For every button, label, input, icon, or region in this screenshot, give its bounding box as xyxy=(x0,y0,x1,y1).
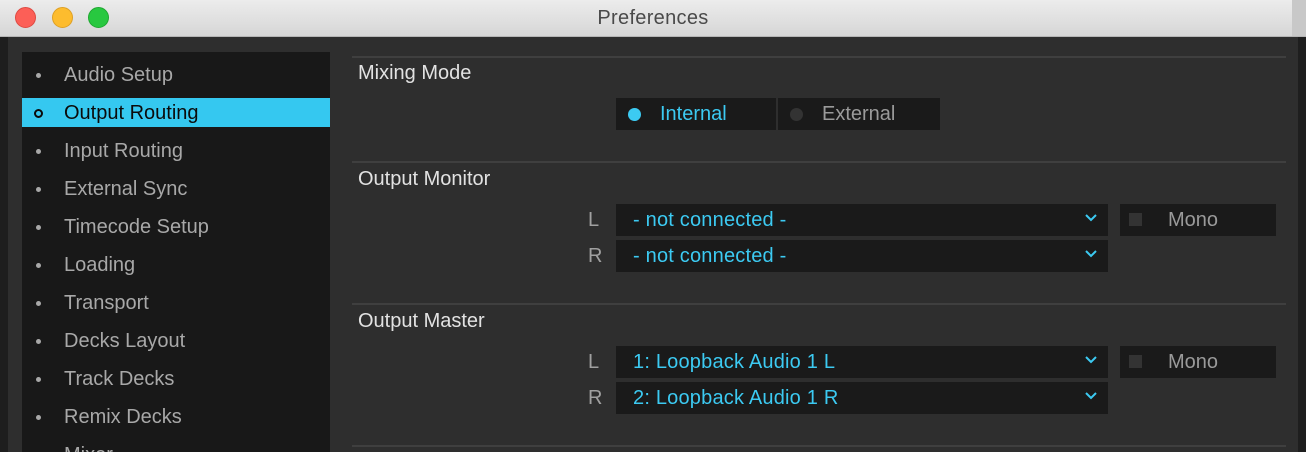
sidebar-item-transport[interactable]: Transport xyxy=(22,288,330,318)
background-window-edge xyxy=(1292,0,1306,36)
mixing-mode-title: Mixing Mode xyxy=(358,62,472,84)
output-monitor-left-select[interactable]: - not connected - xyxy=(616,204,1108,236)
mixing-mode-external-option[interactable]: External xyxy=(778,98,940,130)
output-master-right-label: R xyxy=(588,387,603,409)
sidebar-item-label: Loading xyxy=(64,254,136,276)
chevron-down-icon xyxy=(1085,250,1097,258)
output-monitor-right-label: R xyxy=(588,245,603,267)
select-value: - not connected - xyxy=(633,209,787,231)
select-value: 2: Loopback Audio 1 R xyxy=(633,387,839,409)
sidebar-item-label: Output Routing xyxy=(64,102,199,124)
mono-label: Mono xyxy=(1168,209,1219,231)
sidebar-item-label: Audio Setup xyxy=(64,64,173,86)
window-frame-right xyxy=(1298,37,1306,452)
bullet-icon xyxy=(34,109,43,118)
sidebar-item-track-decks[interactable]: Track Decks xyxy=(22,364,330,394)
sidebar-item-label: Timecode Setup xyxy=(64,216,209,238)
output-master-left-label: L xyxy=(588,351,600,373)
section-separator xyxy=(352,161,1286,163)
output-master-left-select[interactable]: 1: Loopback Audio 1 L xyxy=(616,346,1108,378)
bullet-icon xyxy=(36,377,41,382)
option-label: Internal xyxy=(660,103,727,125)
sidebar-item-timecode-setup[interactable]: Timecode Setup xyxy=(22,212,330,242)
checkbox-icon xyxy=(1129,355,1142,368)
section-separator xyxy=(352,56,1286,58)
mixing-mode-internal-option[interactable]: Internal xyxy=(616,98,776,130)
output-master-right-select[interactable]: 2: Loopback Audio 1 R xyxy=(616,382,1108,414)
preferences-sidebar: Audio Setup Output Routing Input Routing… xyxy=(22,52,330,452)
bullet-icon xyxy=(36,149,41,154)
bullet-icon xyxy=(36,73,41,78)
sidebar-item-label: Track Decks xyxy=(64,368,175,390)
chevron-down-icon xyxy=(1085,214,1097,222)
sidebar-item-decks-layout[interactable]: Decks Layout xyxy=(22,326,330,356)
output-monitor-left-label: L xyxy=(588,209,600,231)
output-master-mono-toggle[interactable]: Mono xyxy=(1120,346,1276,378)
bullet-icon xyxy=(36,301,41,306)
checkbox-icon xyxy=(1129,213,1142,226)
chevron-down-icon xyxy=(1085,356,1097,364)
bullet-icon xyxy=(36,225,41,230)
sidebar-item-label: Decks Layout xyxy=(64,330,186,352)
sidebar-item-audio-setup[interactable]: Audio Setup xyxy=(22,60,330,90)
sidebar-item-label: Input Routing xyxy=(64,140,183,162)
bullet-icon xyxy=(36,339,41,344)
mono-label: Mono xyxy=(1168,351,1219,373)
window-title: Preferences xyxy=(597,7,709,29)
output-master-title: Output Master xyxy=(358,310,485,332)
sidebar-item-label: Transport xyxy=(64,292,149,314)
sidebar-item-remix-decks[interactable]: Remix Decks xyxy=(22,402,330,432)
window-frame-left xyxy=(0,37,8,452)
sidebar-item-mixer[interactable]: Mixer xyxy=(22,440,330,452)
sidebar-item-label: Remix Decks xyxy=(64,406,182,428)
sidebar-item-loading[interactable]: Loading xyxy=(22,250,330,280)
bullet-icon xyxy=(36,263,41,268)
section-separator xyxy=(352,445,1286,447)
sidebar-item-label: Mixer xyxy=(64,440,113,452)
radio-unselected-icon xyxy=(790,108,803,121)
select-value: 1: Loopback Audio 1 L xyxy=(633,351,836,373)
option-label: External xyxy=(822,103,896,125)
section-separator xyxy=(352,303,1286,305)
chevron-down-icon xyxy=(1085,392,1097,400)
sidebar-item-external-sync[interactable]: External Sync xyxy=(22,174,330,204)
bullet-icon xyxy=(36,187,41,192)
output-monitor-right-select[interactable]: - not connected - xyxy=(616,240,1108,272)
title-bar: Preferences xyxy=(0,0,1306,37)
output-monitor-title: Output Monitor xyxy=(358,168,491,190)
sidebar-item-label: External Sync xyxy=(64,178,188,200)
bullet-icon xyxy=(36,415,41,420)
output-monitor-mono-toggle[interactable]: Mono xyxy=(1120,204,1276,236)
sidebar-item-output-routing[interactable]: Output Routing xyxy=(22,98,330,127)
select-value: - not connected - xyxy=(633,245,787,267)
radio-selected-icon xyxy=(628,108,641,121)
sidebar-item-input-routing[interactable]: Input Routing xyxy=(22,136,330,166)
